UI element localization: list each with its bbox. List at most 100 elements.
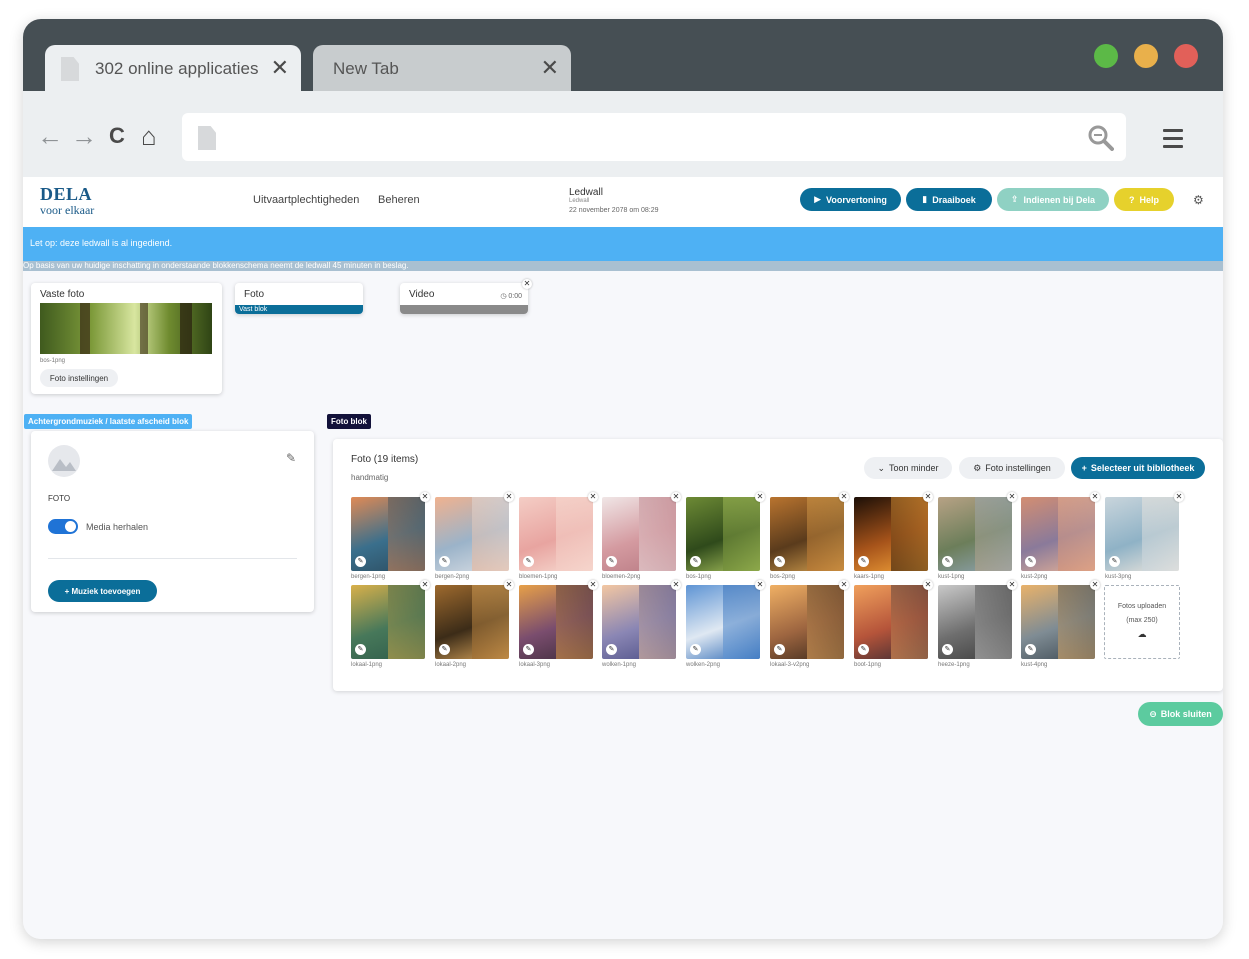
photo-caption: bloemen-1png (519, 574, 558, 580)
photo-caption: bloemen-2png (602, 574, 641, 580)
nav-beheren[interactable]: Beheren (378, 194, 420, 206)
remove-photo-icon[interactable]: ✕ (671, 580, 681, 590)
edit-pencil-icon[interactable]: ✎ (355, 556, 366, 567)
submit-dela-button[interactable]: ⇪ Indienen bij Dela (997, 188, 1109, 211)
nav-uitvaartplechtigheden[interactable]: Uitvaartplechtigheden (253, 194, 359, 206)
photo-thumbnail[interactable]: ✎ (519, 497, 593, 571)
remove-photo-icon[interactable]: ✕ (1007, 580, 1017, 590)
tab-close-icon[interactable]: ✕ (541, 55, 559, 81)
remove-photo-icon[interactable]: ✕ (588, 580, 598, 590)
photo-thumbnail[interactable]: ✎ (602, 585, 676, 659)
close-block-button[interactable]: ⊖ Blok sluiten (1138, 702, 1223, 726)
remove-photo-icon[interactable]: ✕ (1090, 492, 1100, 502)
help-button[interactable]: ? Help (1114, 188, 1174, 211)
photo-thumbnail[interactable]: ✎ (686, 497, 760, 571)
photo-thumbnail[interactable]: ✎ (602, 497, 676, 571)
photo-thumbnail[interactable]: ✎ (435, 497, 509, 571)
edit-pencil-icon[interactable]: ✎ (439, 644, 450, 655)
photo-thumbnail[interactable]: ✎ (1105, 497, 1179, 571)
remove-photo-icon[interactable]: ✕ (504, 580, 514, 590)
edit-pencil-icon[interactable]: ✎ (858, 556, 869, 567)
edit-pencil-icon[interactable]: ✎ (942, 644, 953, 655)
reload-icon[interactable]: C (109, 125, 125, 147)
edit-pencil-icon[interactable]: ✎ (523, 644, 534, 655)
remove-block-icon[interactable]: ✕ (522, 279, 532, 289)
photo-thumbnail[interactable]: ✎ (854, 585, 928, 659)
edit-pencil-icon[interactable]: ✎ (286, 451, 296, 465)
search-zoom-icon[interactable] (1088, 125, 1114, 151)
close-dot[interactable] (1174, 44, 1198, 68)
remove-photo-icon[interactable]: ✕ (1174, 492, 1184, 502)
select-library-button[interactable]: + Selecteer uit bibliotheek (1071, 457, 1205, 479)
photo-thumbnail[interactable]: ✎ (770, 497, 844, 571)
block-foto[interactable]: Foto Vast blok (235, 283, 363, 314)
draaiboek-button[interactable]: ▮ Draaiboek (906, 188, 992, 211)
edit-pencil-icon[interactable]: ✎ (774, 644, 785, 655)
maximize-dot[interactable] (1094, 44, 1118, 68)
remove-photo-icon[interactable]: ✕ (839, 580, 849, 590)
photo-thumbnail[interactable]: ✎ (351, 585, 425, 659)
remove-photo-icon[interactable]: ✕ (420, 580, 430, 590)
back-arrow-icon[interactable]: ← (37, 123, 63, 149)
edit-pencil-icon[interactable]: ✎ (942, 556, 953, 567)
foto-settings-button[interactable]: Foto instellingen (40, 369, 118, 387)
foto-settings-button[interactable]: ⚙ Foto instellingen (959, 457, 1065, 479)
remove-photo-icon[interactable]: ✕ (839, 492, 849, 502)
remove-photo-icon[interactable]: ✕ (923, 492, 933, 502)
photo-thumbnail[interactable]: ✎ (519, 585, 593, 659)
remove-photo-icon[interactable]: ✕ (1090, 580, 1100, 590)
minimize-dot[interactable] (1134, 44, 1158, 68)
photo-thumbnail[interactable]: ✎ (435, 585, 509, 659)
edit-pencil-icon[interactable]: ✎ (1109, 556, 1120, 567)
gear-icon[interactable]: ⚙ (1193, 193, 1204, 207)
browser-tab-new[interactable]: New Tab ✕ (313, 45, 571, 91)
remove-photo-icon[interactable]: ✕ (755, 492, 765, 502)
edit-pencil-icon[interactable]: ✎ (606, 556, 617, 567)
menu-hamburger-icon[interactable] (1163, 129, 1183, 153)
photo-thumbnail[interactable]: ✎ (770, 585, 844, 659)
block-title: Vaste foto (40, 289, 85, 300)
show-less-button[interactable]: ⌄ Toon minder (864, 457, 952, 479)
logo[interactable]: DELA (40, 184, 92, 205)
remove-photo-icon[interactable]: ✕ (1007, 492, 1017, 502)
tab-close-icon[interactable]: ✕ (271, 55, 289, 81)
remove-photo-icon[interactable]: ✕ (755, 580, 765, 590)
remove-photo-icon[interactable]: ✕ (420, 492, 430, 502)
photo-thumbnail[interactable]: ✎ (1021, 497, 1095, 571)
remove-photo-icon[interactable]: ✕ (671, 492, 681, 502)
edit-pencil-icon[interactable]: ✎ (1025, 556, 1036, 567)
photo-thumbnail[interactable]: ✎ (938, 497, 1012, 571)
photo-thumbnail[interactable]: ✎ (854, 497, 928, 571)
edit-pencil-icon[interactable]: ✎ (858, 644, 869, 655)
preview-label: Voorvertoning (826, 194, 887, 205)
remove-photo-icon[interactable]: ✕ (588, 492, 598, 502)
block-vaste-foto[interactable]: Vaste foto bos-1png Foto instellingen (31, 283, 222, 394)
edit-pencil-icon[interactable]: ✎ (523, 556, 534, 567)
photo-thumbnail[interactable]: ✎ (351, 497, 425, 571)
edit-pencil-icon[interactable]: ✎ (355, 644, 366, 655)
block-video[interactable]: Video ◷ 0:00 ✕ (400, 279, 532, 314)
preview-button[interactable]: ▶ Voorvertoning (800, 188, 901, 211)
add-music-button[interactable]: + Muziek toevoegen (48, 580, 157, 602)
photo-thumbnail[interactable]: ✎ (1021, 585, 1095, 659)
home-icon[interactable]: ⌂ (141, 123, 157, 149)
play-icon: ▶ (814, 194, 822, 204)
edit-pencil-icon[interactable]: ✎ (774, 556, 785, 567)
photo-thumbnail[interactable]: ✎ (686, 585, 760, 659)
remove-photo-icon[interactable]: ✕ (504, 492, 514, 502)
upload-dropzone[interactable]: Fotos uploaden (max 250) ☁ (1104, 585, 1180, 659)
edit-pencil-icon[interactable]: ✎ (439, 556, 450, 567)
media-repeat-toggle[interactable] (48, 519, 78, 534)
edit-pencil-icon[interactable]: ✎ (1025, 644, 1036, 655)
image-placeholder-icon (48, 445, 80, 477)
browser-tab-active[interactable]: 302 online applicaties ✕ (45, 45, 301, 91)
edit-pencil-icon[interactable]: ✎ (606, 644, 617, 655)
remove-photo-icon[interactable]: ✕ (923, 580, 933, 590)
edit-pencil-icon[interactable]: ✎ (690, 644, 701, 655)
edit-pencil-icon[interactable]: ✎ (690, 556, 701, 567)
photo-thumbnail[interactable]: ✎ (938, 585, 1012, 659)
block-title: Foto (244, 289, 265, 300)
address-bar[interactable] (182, 113, 1126, 161)
forward-arrow-icon[interactable]: → (71, 123, 97, 149)
photo-caption: kust-2png (1021, 574, 1048, 580)
